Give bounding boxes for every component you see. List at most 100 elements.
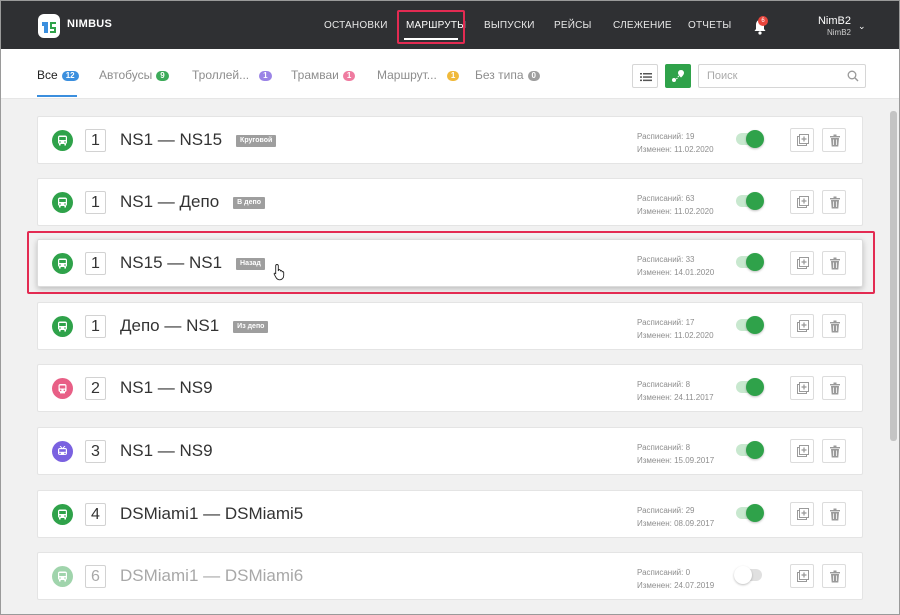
search-input[interactable] xyxy=(698,64,866,88)
tab-trolleybuses[interactable]: Троллей... 1 xyxy=(192,68,272,82)
delete-route-button[interactable] xyxy=(822,190,846,214)
route-changed-date: Изменен: 15.09.2017 xyxy=(637,456,715,465)
delete-route-button[interactable] xyxy=(822,314,846,338)
toggle-knob xyxy=(734,566,752,584)
route-direction-tag: Из депо xyxy=(233,321,269,333)
bus-icon xyxy=(52,566,73,587)
search-icon[interactable] xyxy=(847,70,859,82)
delete-route-button[interactable] xyxy=(822,564,846,588)
tab-buses[interactable]: Автобусы 9 xyxy=(99,68,169,82)
toggle-knob xyxy=(746,130,764,148)
route-name[interactable]: NS1 — NS9 xyxy=(120,441,213,461)
route-enabled-toggle[interactable] xyxy=(736,378,764,396)
nav-tracking[interactable]: СЛЕЖЕНИЕ xyxy=(613,20,672,31)
tab-label: Трамваи xyxy=(291,68,339,82)
route-name-text: NS1 — NS15 xyxy=(120,130,223,149)
trash-icon xyxy=(830,382,840,395)
nav-trips[interactable]: РЕЙСЫ xyxy=(554,20,592,31)
tab-no-type[interactable]: Без типа 0 xyxy=(475,68,540,82)
list-icon xyxy=(640,73,652,82)
route-meta: Расписаний: 63 Изменен: 11.02.2020 xyxy=(637,192,714,218)
route-schedules-count: Расписаний: 29 xyxy=(637,506,695,515)
tab-label: Маршрут... xyxy=(377,68,437,82)
tab-label: Без типа xyxy=(475,68,524,82)
delete-route-button[interactable] xyxy=(822,128,846,152)
route-row[interactable]: 4 DSMiami1 — DSMiami5 Расписаний: 29 Измене… xyxy=(37,490,863,538)
route-enabled-toggle[interactable] xyxy=(736,441,764,459)
copy-route-button[interactable] xyxy=(790,502,814,526)
chevron-down-icon[interactable]: ⌄ xyxy=(858,21,866,32)
route-direction-tag: В депо xyxy=(233,197,265,209)
route-name-text: DSMiami1 — DSMiami6 xyxy=(120,566,304,585)
copy-route-button[interactable] xyxy=(790,439,814,463)
nimbus-logo-icon[interactable] xyxy=(37,13,61,39)
route-changed-date: Изменен: 24.07.2019 xyxy=(637,581,715,590)
route-name[interactable]: NS1 — NS9 xyxy=(120,378,213,398)
notification-count-badge: 6 xyxy=(758,16,768,26)
trolley-icon xyxy=(52,441,73,462)
tab-active-underline xyxy=(37,95,77,97)
route-direction-tag: Круговой xyxy=(236,135,277,147)
toggle-knob xyxy=(746,192,764,210)
copy-route-button[interactable] xyxy=(790,128,814,152)
copy-route-button[interactable] xyxy=(790,564,814,588)
route-enabled-toggle[interactable] xyxy=(736,130,764,148)
route-meta: Расписаний: 29 Изменен: 08.09.2017 xyxy=(637,504,714,530)
toggle-knob xyxy=(746,441,764,459)
delete-route-button[interactable] xyxy=(822,439,846,463)
selected-row-highlight-frame xyxy=(27,231,875,294)
copy-plus-icon xyxy=(797,445,809,457)
list-view-button[interactable] xyxy=(632,64,658,88)
nav-routes-highlight-frame xyxy=(397,10,465,44)
route-row[interactable]: 2 NS1 — NS9 Расписаний: 8 Изменен: 24.11.20… xyxy=(37,364,863,412)
route-name[interactable]: NS1 — NS15 Круговой xyxy=(120,130,277,150)
tab-count-badge: 9 xyxy=(156,71,169,81)
tab-label: Троллей... xyxy=(192,68,250,82)
copy-plus-icon xyxy=(797,134,809,146)
copy-route-button[interactable] xyxy=(790,314,814,338)
route-changed-date: Изменен: 24.11.2017 xyxy=(637,393,714,402)
nav-stops[interactable]: ОСТАНОВКИ xyxy=(324,20,388,31)
nav-reports[interactable]: ОТЧЕТЫ xyxy=(688,20,731,31)
app-logo-text: NIMBUS xyxy=(67,18,113,30)
route-row[interactable]: 3 NS1 — NS9 Расписаний: 8 Изменен: 15.09.20… xyxy=(37,427,863,475)
route-schedules-count: Расписаний: 8 xyxy=(637,443,691,452)
copy-route-button[interactable] xyxy=(790,376,814,400)
route-meta: Расписаний: 0 Изменен: 24.07.2019 xyxy=(637,566,714,592)
route-row[interactable]: 1 NS1 — Депо В депо Расписаний: 63 Изменен: … xyxy=(37,178,863,226)
bus-icon xyxy=(52,130,73,151)
bus-icon xyxy=(52,316,73,337)
delete-route-button[interactable] xyxy=(822,502,846,526)
route-changed-date: Изменен: 11.02.2020 xyxy=(637,331,714,340)
route-name-text: NS1 — NS9 xyxy=(120,441,213,460)
route-row[interactable]: 6 DSMiami1 — DSMiami6 Расписаний: 0 Изменен… xyxy=(37,552,863,600)
route-name[interactable]: DSMiami1 — DSMiami6 xyxy=(120,566,303,586)
route-schedules-count: Расписаний: 63 xyxy=(637,194,695,203)
copy-route-button[interactable] xyxy=(790,190,814,214)
trash-icon xyxy=(830,134,840,147)
scrollbar-thumb[interactable] xyxy=(890,111,897,441)
trash-icon xyxy=(830,508,840,521)
tab-all[interactable]: Все 12 xyxy=(37,68,79,82)
route-row[interactable]: 1 NS1 — NS15 Круговой Расписаний: 19 Изменен… xyxy=(37,116,863,164)
tab-route-taxis[interactable]: Маршрут... 1 xyxy=(377,68,460,82)
user-name[interactable]: NimB2 xyxy=(818,15,851,27)
copy-plus-icon xyxy=(797,570,809,582)
route-enabled-toggle[interactable] xyxy=(736,192,764,210)
route-enabled-toggle[interactable] xyxy=(736,504,764,522)
route-enabled-toggle[interactable] xyxy=(736,316,764,334)
toggle-knob xyxy=(746,316,764,334)
route-number: 6 xyxy=(85,565,106,588)
map-view-button[interactable] xyxy=(665,64,691,88)
route-schedules-count: Расписаний: 0 xyxy=(637,568,691,577)
route-name[interactable]: DSMiami1 — DSMiami5 xyxy=(120,504,303,524)
route-name[interactable]: NS1 — Депо В депо xyxy=(120,192,265,212)
route-schedules-count: Расписаний: 19 xyxy=(637,132,695,141)
route-enabled-toggle[interactable] xyxy=(734,566,762,584)
route-name[interactable]: Депо — NS1 Из депо xyxy=(120,316,269,336)
tab-trams[interactable]: Трамваи 1 xyxy=(291,68,356,82)
nav-dispatches[interactable]: ВЫПУСКИ xyxy=(484,20,535,31)
delete-route-button[interactable] xyxy=(822,376,846,400)
copy-plus-icon xyxy=(797,382,809,394)
route-row[interactable]: 1 Депо — NS1 Из депо Расписаний: 17 Изменен:… xyxy=(37,302,863,350)
